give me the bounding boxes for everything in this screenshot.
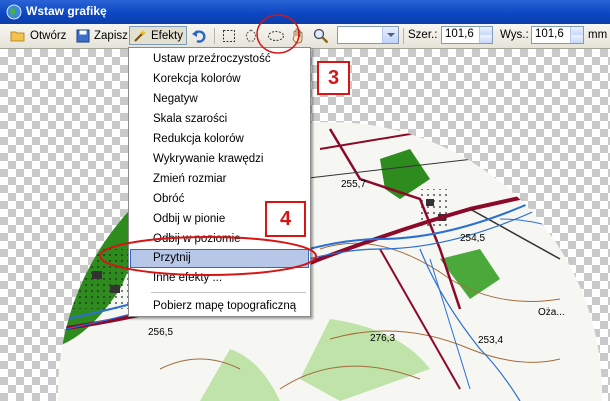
- menu-item-other-effects[interactable]: Inne efekty ...: [130, 269, 309, 288]
- menu-item-label: Przytnij: [153, 252, 191, 264]
- menu-item-edge-detection[interactable]: Wykrywanie krawędzi: [130, 150, 309, 169]
- step-4-callout: 4: [265, 201, 306, 237]
- width-label: Szer.:: [408, 29, 438, 41]
- menu-item-label: Redukcja kolorów: [153, 133, 244, 145]
- save-icon: [76, 29, 90, 42]
- menu-item-label: Korekcja kolorów: [153, 73, 241, 85]
- open-label: Otwórz: [30, 29, 67, 42]
- effects-label: Efekty: [151, 29, 183, 42]
- width-down-arrow-icon[interactable]: [479, 35, 492, 43]
- menu-item-crop[interactable]: Przytnij: [130, 249, 309, 268]
- effects-button[interactable]: Efekty: [129, 26, 187, 45]
- effects-menu: Ustaw przeźroczystość Korekcja kolorów N…: [128, 47, 311, 317]
- lasso-button[interactable]: [244, 26, 258, 45]
- open-button[interactable]: Otwórz: [10, 26, 66, 45]
- undo-icon: [192, 29, 206, 43]
- unit-label: mm: [588, 29, 608, 41]
- menu-item-label: Odbij w poziomie: [153, 233, 241, 245]
- map-label: 276,3: [370, 333, 396, 344]
- map-label: 256,5: [148, 327, 174, 338]
- rect-select-button[interactable]: [222, 26, 236, 45]
- toolbar: Otwórz Zapisz Efekty Szer.: 101,6 Wys.: …: [0, 24, 610, 49]
- menu-item-label: Inne efekty ...: [153, 272, 223, 284]
- save-label: Zapisz: [94, 29, 128, 42]
- width-value: 101,6: [445, 28, 474, 40]
- height-down-arrow-icon[interactable]: [570, 35, 583, 43]
- menu-item-label: Odbij w pionie: [153, 213, 226, 225]
- magic-wand-icon: [134, 29, 146, 42]
- folder-icon: [10, 31, 25, 41]
- width-input[interactable]: 101,6: [441, 26, 493, 44]
- zoom-button[interactable]: [313, 26, 329, 45]
- title-bar: Wstaw grafikę: [0, 0, 610, 24]
- menu-item-label: Wykrywanie krawędzi: [153, 153, 264, 165]
- map-label: 253,4: [478, 335, 504, 346]
- ellipse-select-icon: [268, 30, 284, 41]
- height-up-arrow-icon[interactable]: [570, 27, 583, 35]
- width-up-arrow-icon[interactable]: [479, 27, 492, 35]
- menu-item-grayscale[interactable]: Skala szarości: [130, 110, 309, 129]
- menu-item-transparency[interactable]: Ustaw przeźroczystość: [130, 50, 309, 69]
- menu-item-resize[interactable]: Zmień rozmiar: [130, 170, 309, 189]
- menu-item-label: Negatyw: [153, 93, 198, 105]
- ellipse-select-button[interactable]: [267, 26, 285, 45]
- pan-hand-icon: [292, 28, 303, 43]
- menu-item-label: Zmień rozmiar: [153, 173, 227, 185]
- menu-item-label: Obróć: [153, 193, 185, 205]
- menu-item-color-correction[interactable]: Korekcja kolorów: [130, 70, 309, 89]
- toolbar-separator: [214, 28, 215, 44]
- menu-item-color-reduction[interactable]: Redukcja kolorów: [130, 130, 309, 149]
- undo-button[interactable]: [191, 26, 207, 45]
- pan-button[interactable]: [291, 26, 305, 45]
- menu-item-negative[interactable]: Negatyw: [130, 90, 309, 109]
- save-button[interactable]: Zapisz: [76, 26, 128, 45]
- globe-icon: [6, 4, 22, 20]
- chevron-down-icon[interactable]: [382, 27, 398, 43]
- zoom-combo[interactable]: [337, 26, 399, 44]
- menu-item-label: Ustaw przeźroczystość: [153, 53, 271, 65]
- window-title: Wstaw grafikę: [26, 4, 107, 18]
- map-label: 255,7: [341, 179, 367, 190]
- menu-separator: [151, 292, 306, 293]
- height-value: 101,6: [535, 28, 564, 40]
- height-input[interactable]: 101,6: [531, 26, 584, 44]
- menu-item-label: Pobierz mapę topograficzną: [153, 300, 297, 312]
- menu-item-download-topo-map[interactable]: Pobierz mapę topograficzną: [130, 297, 309, 316]
- map-label: 254,5: [460, 233, 486, 244]
- rect-select-icon: [223, 29, 235, 42]
- lasso-icon: [245, 28, 257, 41]
- map-label: Oża...: [538, 307, 565, 318]
- zoom-icon: [313, 28, 329, 43]
- height-label: Wys.:: [500, 29, 529, 41]
- menu-item-label: Skala szarości: [153, 113, 228, 125]
- step-3-callout: 3: [317, 61, 350, 95]
- toolbar-separator: [403, 28, 404, 44]
